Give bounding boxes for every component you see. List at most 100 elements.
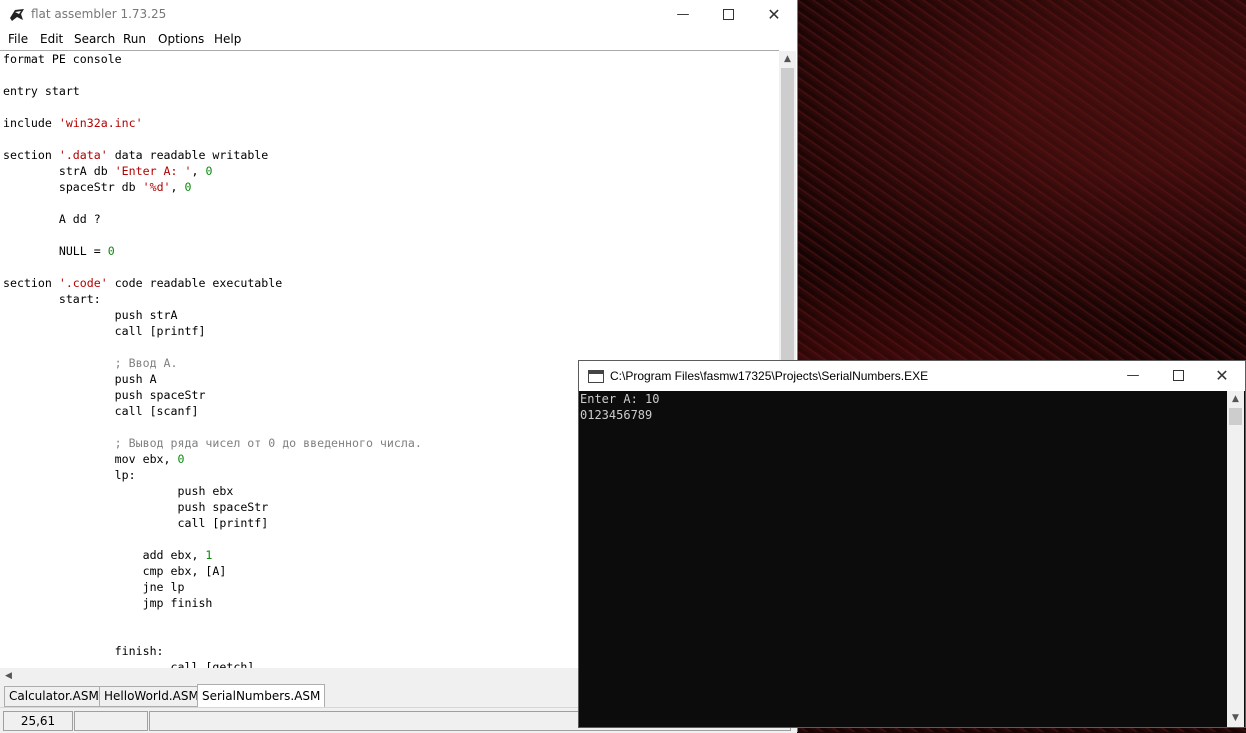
code-line[interactable]: strA db 'Enter A: ', 0 (3, 164, 213, 178)
code-line[interactable]: lp: (3, 468, 136, 482)
code-line[interactable]: ; Ввод А. (3, 356, 178, 370)
menu-edit[interactable]: Edit (40, 32, 63, 46)
code-token: push strA (3, 308, 178, 322)
code-line[interactable]: cmp ebx, [A] (3, 564, 227, 578)
fasm-titlebar[interactable]: flat assembler 1.73.25 — ✕ (0, 0, 797, 30)
code-token: 0 (177, 452, 185, 466)
code-line[interactable]: push A (3, 372, 157, 386)
code-line[interactable]: mov ebx, 0 (3, 452, 185, 466)
code-token: , (170, 180, 185, 194)
scroll-thumb[interactable] (1229, 408, 1242, 425)
code-line[interactable]: include 'win32a.inc' (3, 116, 143, 130)
code-line[interactable]: section '.data' data readable writable (3, 148, 268, 162)
code-token: data readable writable (107, 148, 269, 162)
code-line[interactable]: call [scanf] (3, 404, 199, 418)
code-token: A dd ? (3, 212, 101, 226)
code-token: finish: (3, 644, 164, 658)
code-line[interactable]: format PE console (3, 52, 122, 66)
status-pane-2 (74, 711, 148, 731)
code-line[interactable]: push spaceStr (3, 500, 269, 514)
tab-serialnumbers[interactable]: SerialNumbers.ASM (197, 684, 326, 707)
code-token: push spaceStr (3, 500, 269, 514)
scroll-thumb[interactable] (781, 68, 794, 368)
code-line[interactable]: NULL = 0 (3, 244, 115, 258)
code-token: start: (3, 292, 101, 306)
code-token: call [printf] (3, 516, 269, 530)
console-window: C:\Program Files\fasmw17325\Projects\Ser… (578, 360, 1246, 728)
scroll-down-arrow-icon[interactable]: ▼ (1227, 710, 1244, 727)
code-line[interactable]: start: (3, 292, 101, 306)
code-line[interactable]: jmp finish (3, 596, 213, 610)
menu-bar: File Edit Search Run Options Help (0, 30, 797, 50)
code-token: call [printf] (3, 324, 206, 338)
tab-helloworld[interactable]: HelloWorld.ASM (99, 686, 204, 707)
code-token: add ebx, (3, 548, 206, 562)
scroll-up-arrow-icon[interactable]: ▲ (1227, 391, 1244, 408)
scroll-left-arrow-icon[interactable]: ◀ (0, 668, 17, 685)
code-token: 0 (205, 164, 213, 178)
code-token: ; Ввод А. (3, 356, 178, 370)
code-token: push ebx (3, 484, 234, 498)
code-token: code readable executable (107, 276, 283, 290)
code-token: lp: (3, 468, 136, 482)
code-token: 0 (184, 180, 192, 194)
code-token: jne lp (3, 580, 185, 594)
maximize-button[interactable] (705, 0, 751, 30)
close-icon: ✕ (1215, 366, 1229, 385)
code-token: 'Enter A: ' (114, 164, 192, 178)
code-line[interactable]: ; Вывод ряда чисел от 0 до введенного чи… (3, 436, 422, 450)
code-line[interactable]: jne lp (3, 580, 185, 594)
menu-file[interactable]: File (8, 32, 28, 46)
code-token: cmp ebx, [A] (3, 564, 227, 578)
code-token: section (3, 276, 59, 290)
code-token: entry start (3, 84, 80, 98)
console-close-button[interactable]: ✕ (1199, 361, 1245, 391)
menu-options[interactable]: Options (158, 32, 204, 46)
code-token: ; Вывод ряда чисел от 0 до введенного чи… (3, 436, 422, 450)
menu-help[interactable]: Help (214, 32, 241, 46)
code-line[interactable]: finish: (3, 644, 164, 658)
scroll-up-arrow-icon[interactable]: ▲ (779, 51, 796, 68)
code-line[interactable]: call [printf] (3, 324, 206, 338)
console-titlebar[interactable]: C:\Program Files\fasmw17325\Projects\Ser… (579, 361, 1245, 391)
code-token: '.data' (58, 148, 108, 162)
console-title: C:\Program Files\fasmw17325\Projects\Ser… (610, 369, 929, 383)
code-line[interactable]: push ebx (3, 484, 234, 498)
code-token: mov ebx, (3, 452, 178, 466)
code-line[interactable]: push strA (3, 308, 178, 322)
code-line[interactable]: spaceStr db '%d', 0 (3, 180, 192, 194)
console-output-area[interactable]: Enter A: 10 0123456789 (579, 391, 1227, 727)
code-token: format PE console (3, 52, 122, 66)
code-token: 'win32a.inc' (58, 116, 143, 130)
minimize-button[interactable]: — (660, 0, 706, 30)
close-button[interactable]: ✕ (751, 0, 797, 30)
code-token: 1 (205, 548, 213, 562)
code-line[interactable]: entry start (3, 84, 80, 98)
console-scrollbar[interactable]: ▲ ▼ (1227, 391, 1244, 727)
code-line[interactable]: call [printf] (3, 516, 269, 530)
maximize-icon (722, 9, 734, 20)
console-output: Enter A: 10 0123456789 (580, 392, 660, 422)
code-token: '.code' (58, 276, 108, 290)
tab-calculator[interactable]: Calculator.ASM (4, 686, 104, 707)
minimize-icon: — (1126, 368, 1140, 383)
code-token: jmp finish (3, 596, 213, 610)
menu-run[interactable]: Run (123, 32, 146, 46)
code-line[interactable]: A dd ? (3, 212, 101, 226)
menu-search[interactable]: Search (74, 32, 115, 46)
console-app-icon (588, 370, 604, 383)
fasm-title: flat assembler 1.73.25 (31, 7, 167, 21)
close-icon: ✕ (767, 5, 781, 24)
code-line[interactable]: push spaceStr (3, 388, 206, 402)
code-token: spaceStr db (3, 180, 143, 194)
code-line[interactable]: add ebx, 1 (3, 548, 213, 562)
cursor-position: 25,61 (3, 711, 73, 731)
code-token: NULL = (3, 244, 108, 258)
code-token: include (3, 116, 59, 130)
code-token: push A (3, 372, 157, 386)
console-minimize-button[interactable]: — (1110, 361, 1156, 391)
code-line[interactable]: section '.code' code readable executable (3, 276, 282, 290)
code-token: 0 (107, 244, 115, 258)
console-maximize-button[interactable] (1155, 361, 1201, 391)
code-token: call [scanf] (3, 404, 199, 418)
